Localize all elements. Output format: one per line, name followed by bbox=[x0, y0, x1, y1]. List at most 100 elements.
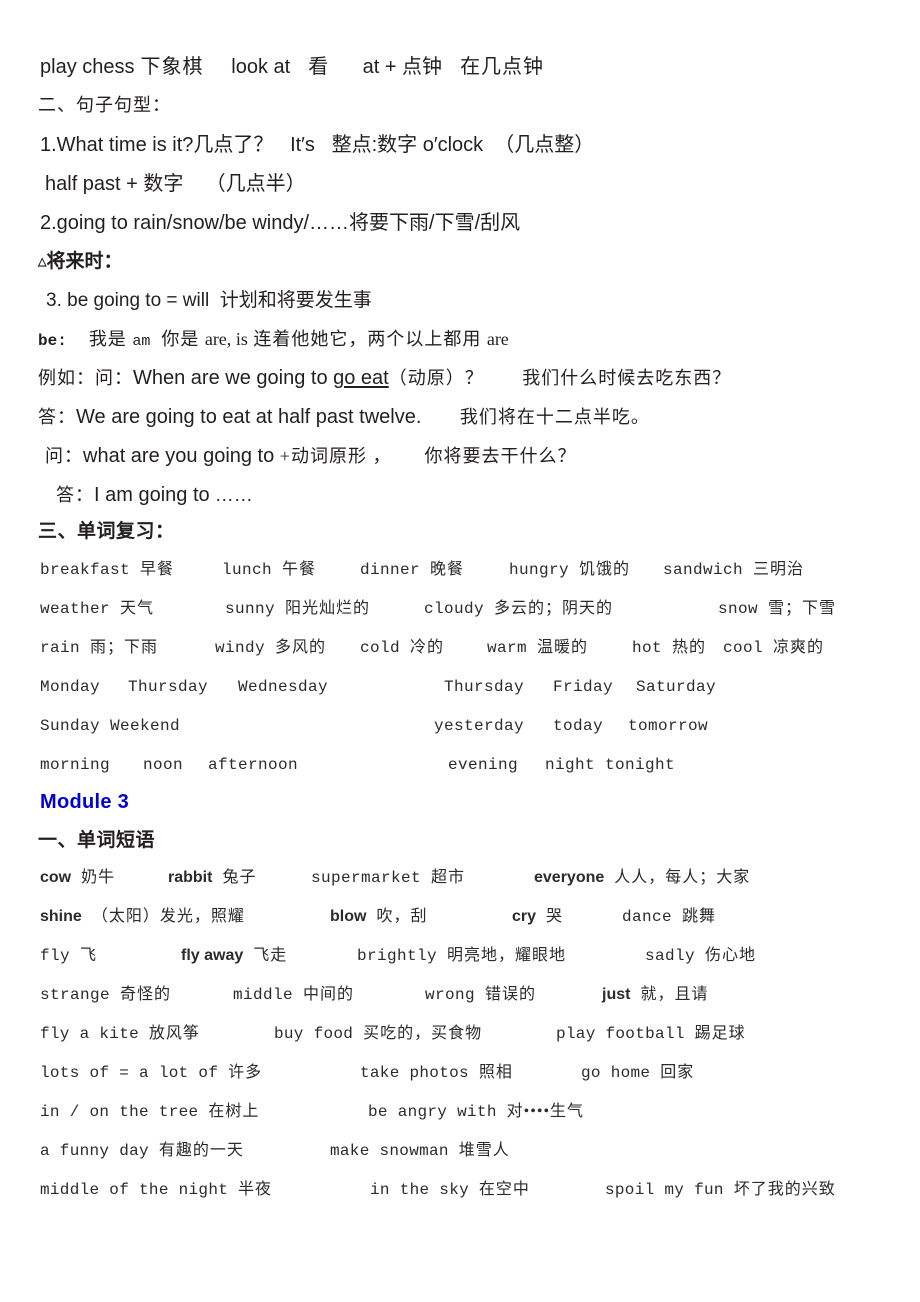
vocab-entry: supermarket 超市 bbox=[311, 869, 466, 887]
heading-future-tense: △将来时： bbox=[38, 252, 122, 271]
vocab-entry: weather 天气 bbox=[40, 600, 154, 618]
vocab-term-cn: 三明治 bbox=[753, 561, 805, 578]
be-am: am bbox=[132, 333, 151, 350]
vocab-entry: night tonight bbox=[545, 757, 675, 773]
vocab-term-cn: 放风筝 bbox=[148, 1025, 200, 1042]
vocab-entry: be angry with 对••••生气 bbox=[368, 1104, 584, 1121]
sentence-pattern-half-past: half past + 数字 （几点半） bbox=[45, 174, 306, 194]
vocab-term-cn: 超市 bbox=[431, 869, 466, 886]
vocab-entry: snow 雪；下雪 bbox=[718, 600, 837, 618]
vocab-term-en: strange bbox=[40, 986, 111, 1004]
be-are: are, bbox=[204, 329, 232, 349]
vocab-term-cn: 兔子 bbox=[222, 869, 257, 886]
vocab-term-en: lots of = a lot of bbox=[40, 1064, 219, 1082]
vocab-term-en: cow bbox=[40, 869, 72, 886]
vocab-entry: hungry 饥饿的 bbox=[509, 561, 631, 579]
vocab-term-en: weather bbox=[40, 600, 111, 618]
vocab-entry: Friday bbox=[553, 679, 613, 695]
module3-word-row: strange 奇怪的 middle 中间的 wrong 错误的 just 就，且请 bbox=[0, 987, 920, 1004]
vocab-entry: rain 雨；下雨 bbox=[40, 639, 158, 657]
vocab-entry: fly away 飞走 bbox=[181, 948, 287, 964]
vocab-term-en: Wednesday bbox=[238, 678, 329, 696]
vocab-term-cn: 飞走 bbox=[253, 947, 288, 964]
vocab-entry: shine （太阳）发光，照耀 bbox=[40, 909, 245, 925]
vocab-term-en: rabbit bbox=[168, 869, 213, 886]
vocab-term-en: hungry bbox=[509, 561, 570, 579]
vocab-entry: spoil my fun 坏了我的兴致 bbox=[605, 1181, 836, 1199]
vocab-term-en: windy bbox=[215, 639, 266, 657]
vocab-entry: fly 飞 bbox=[40, 947, 97, 965]
vocab-term-en: sandwich bbox=[663, 561, 744, 579]
vocab-term-en: night tonight bbox=[545, 756, 676, 774]
answer-en: We are going to eat at half past twelve. bbox=[76, 406, 422, 428]
term-look-at: look at bbox=[231, 56, 291, 78]
vocab-entry: strange 奇怪的 bbox=[40, 986, 171, 1004]
vocab-entry: fly a kite 放风筝 bbox=[40, 1025, 200, 1043]
sentence-pattern-3: 3. be going to = will 计划和将要发生事 bbox=[46, 290, 372, 311]
vocab-term-cn: 中间的 bbox=[303, 986, 355, 1003]
vocab-entry: play football 踢足球 bbox=[556, 1025, 746, 1043]
vocab-entry: just 就，且请 bbox=[602, 987, 708, 1003]
vocab-term-en: warm bbox=[487, 639, 528, 657]
vocab-entry: dinner 晚餐 bbox=[360, 562, 464, 579]
vocab-term-en: play football bbox=[556, 1025, 685, 1043]
be-verb-explainer: be: 我是 am 你是 are, is 连着他她它，两个以上都用 are bbox=[38, 330, 509, 349]
example-answer-line: 答：We are going to eat at half past twelv… bbox=[38, 407, 650, 427]
vocab-row: rain 雨；下雨 windy 多风的 cold 冷的 warm 温暖的 hot 热的 c… bbox=[0, 640, 920, 657]
vocab-term-en: Saturday bbox=[636, 678, 717, 696]
vocab-term-cn: 奶牛 bbox=[81, 869, 116, 886]
be-is: is bbox=[235, 329, 248, 349]
example-q-en: When are we going to bbox=[133, 367, 334, 389]
vocab-entry: Monday bbox=[40, 679, 100, 695]
term-look-at-cn: 看 bbox=[308, 56, 330, 78]
vocab-term-en: blow bbox=[330, 908, 367, 925]
vocab-term-cn: 回家 bbox=[660, 1064, 695, 1081]
vocab-term-cn: 坏了我的兴致 bbox=[733, 1181, 836, 1198]
vocab-term-en: morning bbox=[40, 756, 111, 774]
vocab-term-en: in the sky bbox=[370, 1181, 470, 1199]
vocab-term-en: fly bbox=[40, 947, 71, 965]
vocab-term-cn: 午餐 bbox=[282, 561, 317, 578]
vocab-term-en: shine bbox=[40, 908, 82, 925]
vocab-term-en: noon bbox=[143, 756, 184, 774]
be-label: be: bbox=[38, 332, 67, 350]
vocab-term-cn: 阳光灿烂的 bbox=[285, 600, 371, 617]
vocab-entry: take photos 照相 bbox=[360, 1064, 513, 1082]
vocab-term-en: evening bbox=[448, 756, 519, 774]
vocab-term-cn: 饥饿的 bbox=[579, 561, 631, 578]
module3-phrase-row: a funny day 有趣的一天 make snowman 堆雪人 bbox=[0, 1143, 920, 1160]
answer-pattern-line: 答：I am going to …… bbox=[56, 485, 253, 505]
vocab-term-en: sunny bbox=[225, 600, 276, 618]
vocab-entry: evening bbox=[448, 757, 518, 773]
vocab-entry: middle of the night 半夜 bbox=[40, 1182, 272, 1199]
sentence-1-oclock: 整点:数字 o′clock bbox=[331, 134, 484, 156]
term-play-chess-cn: 下象棋 bbox=[140, 56, 204, 78]
term-play-chess: play chess bbox=[40, 56, 135, 78]
vocab-term-en: afternoon bbox=[208, 756, 299, 774]
vocab-entry: lunch 午餐 bbox=[222, 561, 317, 579]
vocab-term-cn: 早餐 bbox=[140, 561, 175, 578]
vocab-entry: wrong 错误的 bbox=[425, 987, 536, 1004]
vocab-term-en: supermarket bbox=[311, 869, 422, 887]
half-past-note: （几点半） bbox=[205, 173, 306, 195]
vocab-term-cn: 跳舞 bbox=[682, 908, 717, 925]
vocab-term-en: spoil my fun bbox=[605, 1181, 724, 1199]
vocab-term-en: today bbox=[553, 717, 604, 735]
example-q-cn: 我们什么时候去吃东西？ bbox=[522, 368, 732, 388]
vocab-term-cn: 就，且请 bbox=[640, 986, 709, 1003]
vocab-term-en: Monday bbox=[40, 678, 101, 696]
vocab-term-cn: 雪；下雪 bbox=[768, 600, 837, 617]
vocab-term-en: rain bbox=[40, 639, 81, 657]
heading-section-2: 二、句子句型： bbox=[38, 95, 171, 115]
vocab-entry: Thursday bbox=[128, 679, 208, 695]
vocab-entry: noon bbox=[143, 757, 183, 773]
vocab-term-en: middle bbox=[233, 986, 294, 1004]
vocab-entry: morning bbox=[40, 757, 110, 773]
vocab-term-en: fly a kite bbox=[40, 1025, 140, 1043]
example-q-en-underlined: go eat bbox=[333, 367, 389, 389]
vocab-term-en: take photos bbox=[360, 1064, 469, 1082]
vocab-term-en: Thursday bbox=[444, 678, 525, 696]
vocab-entry: Sunday Weekend bbox=[40, 718, 180, 734]
sentence-pattern-2: 2.going to rain/snow/be windy/……将要下雨/下雪/… bbox=[40, 212, 521, 234]
vocab-entry: sunny 阳光灿烂的 bbox=[225, 600, 371, 618]
